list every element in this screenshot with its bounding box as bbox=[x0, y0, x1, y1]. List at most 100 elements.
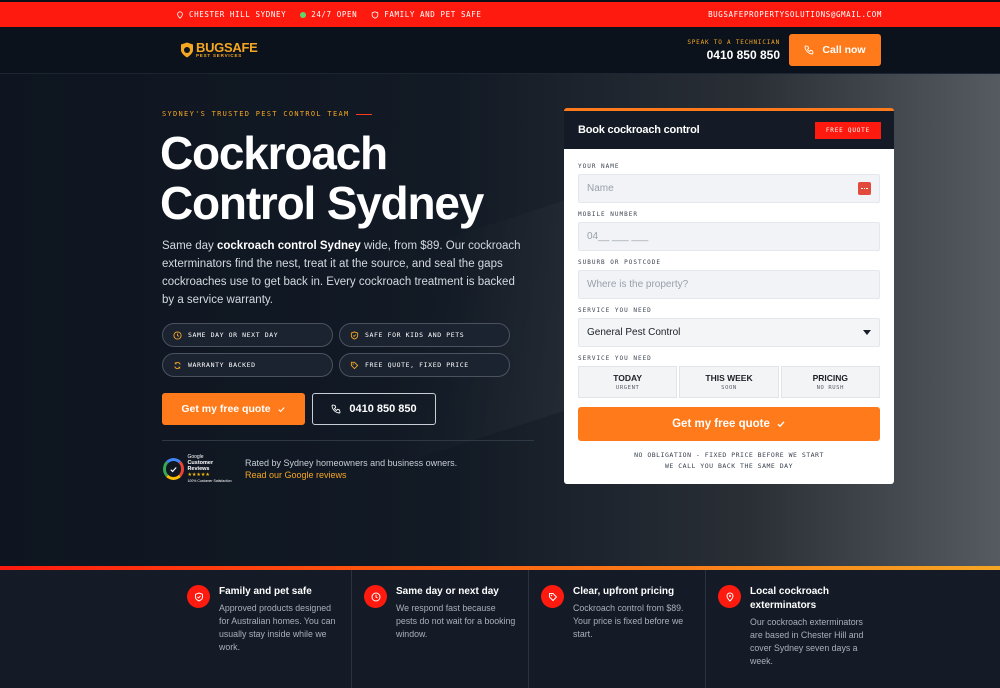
option-title: THIS WEEK bbox=[705, 373, 753, 383]
status-dot-icon bbox=[300, 11, 307, 18]
form-note-1: NO OBLIGATION - FIXED PRICE BEFORE WE ST… bbox=[634, 451, 824, 459]
suburb-placeholder: Where is the property? bbox=[587, 279, 689, 290]
phone-icon bbox=[804, 45, 814, 55]
safe-text: FAMILY AND PET SAFE bbox=[384, 10, 482, 19]
check-icon bbox=[777, 421, 785, 428]
autofill-icon[interactable] bbox=[858, 182, 871, 195]
mobile-field[interactable]: 04__ ___ ___ bbox=[578, 222, 880, 251]
clock-icon bbox=[173, 330, 182, 340]
email-link[interactable]: BUGSAFEPROPERTYSOLUTIONS@GMAIL.COM bbox=[708, 10, 882, 19]
shield-check-icon bbox=[187, 585, 210, 608]
shield-check-icon bbox=[350, 330, 359, 340]
quote-label: Get my free quote bbox=[181, 403, 271, 415]
title-line-2: Control Sydney bbox=[160, 177, 484, 229]
chip-label: WARRANTY BACKED bbox=[188, 361, 256, 369]
tag-icon bbox=[541, 585, 564, 608]
feature-title: Local cockroach exterminators bbox=[750, 586, 829, 611]
feature-title: Same day or next day bbox=[396, 586, 499, 597]
reviews-block: Google Customer Reviews ★★★★★ 100% Custo… bbox=[163, 454, 458, 483]
mobile-placeholder: 04__ ___ ___ bbox=[587, 231, 649, 242]
chip-label: SAME DAY OR NEXT DAY bbox=[188, 331, 279, 339]
feature-desc: Approved products designed for Australia… bbox=[219, 603, 336, 652]
option-sub: NO RUSH bbox=[816, 385, 845, 391]
submit-quote-button[interactable]: Get my free quote bbox=[578, 407, 880, 441]
option-title: TODAY bbox=[613, 373, 643, 383]
speak-label: SPEAK TO A TECHNICIAN bbox=[687, 38, 780, 46]
when-label: SERVICE YOU NEED bbox=[578, 355, 652, 362]
service-label: SERVICE YOU NEED bbox=[578, 307, 652, 314]
feature-item: Clear, upfront pricing Cockroach control… bbox=[529, 570, 706, 688]
google-check-icon bbox=[163, 458, 185, 480]
feature-item: Same day or next day We respond fast bec… bbox=[352, 570, 529, 688]
option-sub: URGENT bbox=[615, 385, 640, 391]
eyebrow-line bbox=[355, 113, 372, 115]
open-item: 24/7 OPEN bbox=[300, 10, 357, 19]
refresh-icon bbox=[174, 361, 181, 369]
clock-icon bbox=[364, 585, 387, 608]
option-this-week[interactable]: THIS WEEK SOON bbox=[679, 366, 779, 398]
bug-shield-icon bbox=[181, 42, 193, 58]
option-today[interactable]: TODAY URGENT bbox=[578, 366, 678, 398]
form-title: Book cockroach control bbox=[578, 124, 700, 136]
chip-same-day: SAME DAY OR NEXT DAY bbox=[162, 323, 333, 347]
intro-pre: Same day bbox=[162, 240, 217, 252]
rated-text: Rated by Sydney homeowners and business … bbox=[245, 458, 458, 468]
feature-desc: Our cockroach exterminators are based in… bbox=[750, 617, 864, 666]
hero-phone-button[interactable]: 0410 850 850 bbox=[312, 393, 436, 425]
hero-intro: Same day cockroach control Sydney wide, … bbox=[162, 237, 522, 309]
top-info-bar: CHESTER HILL SYDNEY 24/7 OPEN FAMILY AND… bbox=[0, 0, 1000, 27]
feature-title: Clear, upfront pricing bbox=[573, 586, 675, 597]
phone-label: 0410 850 850 bbox=[349, 403, 417, 415]
header-phone[interactable]: 0410 850 850 bbox=[687, 48, 780, 62]
booking-form-card: Book cockroach control FREE QUOTE YOUR N… bbox=[564, 108, 894, 484]
option-sub: SOON bbox=[721, 385, 737, 391]
open-text: 24/7 OPEN bbox=[311, 10, 358, 19]
option-title: PRICING bbox=[812, 373, 849, 383]
google-reviews-badge[interactable]: Google Customer Reviews ★★★★★ 100% Custo… bbox=[163, 454, 235, 483]
chevron-down-icon bbox=[863, 330, 871, 335]
feature-item: Family and pet safe Approved products de… bbox=[175, 570, 352, 688]
intro-bold: cockroach control Sydney bbox=[216, 240, 361, 252]
chip-warranty: WARRANTY BACKED bbox=[162, 353, 333, 377]
reviews-link[interactable]: Read our Google reviews bbox=[245, 469, 457, 481]
chip-label: FREE QUOTE, FIXED PRICE bbox=[365, 361, 469, 369]
eyebrow-text: SYDNEY'S TRUSTED PEST CONTROL TEAM bbox=[162, 110, 350, 118]
service-select[interactable]: General Pest Control bbox=[578, 318, 880, 347]
option-pricing[interactable]: PRICING NO RUSH bbox=[780, 366, 880, 398]
hero-divider bbox=[162, 440, 534, 441]
feature-title: Family and pet safe bbox=[219, 586, 312, 597]
location-text: CHESTER HILL SYDNEY bbox=[189, 10, 287, 19]
map-pin-icon bbox=[177, 10, 183, 19]
page-title: Cockroach Control Sydney bbox=[160, 128, 540, 228]
timing-options: TODAY URGENT THIS WEEK SOON PRICING NO R… bbox=[578, 366, 880, 398]
submit-label: Get my free quote bbox=[672, 418, 770, 430]
check-icon bbox=[278, 406, 285, 412]
chip-fixed-price: FREE QUOTE, FIXED PRICE bbox=[339, 353, 510, 377]
logo[interactable]: BUGSAFE PEST SERVICES bbox=[180, 41, 258, 58]
feature-item: Local cockroach exterminators Our cockro… bbox=[706, 570, 883, 688]
hero-quote-button[interactable]: Get my free quote bbox=[162, 393, 305, 425]
chip-safe: SAFE FOR KIDS AND PETS bbox=[339, 323, 510, 347]
feature-desc: We respond fast because pests do not wai… bbox=[396, 603, 516, 639]
features-strip: Family and pet safe Approved products de… bbox=[0, 570, 1000, 688]
suburb-label: SUBURB OR POSTCODE bbox=[578, 259, 662, 266]
title-line-1: Cockroach bbox=[160, 127, 388, 179]
name-field[interactable]: Name bbox=[578, 174, 880, 203]
badge-satisfaction: 100% Customer Satisfaction bbox=[187, 479, 232, 483]
badge-customer-reviews: Customer Reviews bbox=[187, 460, 214, 472]
name-placeholder: Name bbox=[587, 183, 614, 194]
suburb-field[interactable]: Where is the property? bbox=[578, 270, 880, 299]
site-header: BUGSAFE PEST SERVICES SPEAK TO A TECHNIC… bbox=[0, 27, 1000, 74]
form-header: Book cockroach control FREE QUOTE bbox=[564, 111, 894, 149]
chip-label: SAFE FOR KIDS AND PETS bbox=[365, 331, 465, 339]
mobile-label: MOBILE NUMBER bbox=[578, 211, 638, 218]
location-item: CHESTER HILL SYDNEY bbox=[176, 10, 286, 19]
call-now-label: Call now bbox=[822, 44, 866, 56]
form-note-2: WE CALL YOU BACK THE SAME DAY bbox=[665, 462, 793, 470]
map-pin-icon bbox=[718, 585, 741, 608]
shield-icon bbox=[372, 10, 379, 19]
hero-eyebrow: SYDNEY'S TRUSTED PEST CONTROL TEAM bbox=[162, 110, 372, 118]
safe-item: FAMILY AND PET SAFE bbox=[371, 10, 481, 19]
call-now-button[interactable]: Call now bbox=[789, 34, 881, 66]
hero-section: SYDNEY'S TRUSTED PEST CONTROL TEAM Cockr… bbox=[0, 74, 1000, 566]
